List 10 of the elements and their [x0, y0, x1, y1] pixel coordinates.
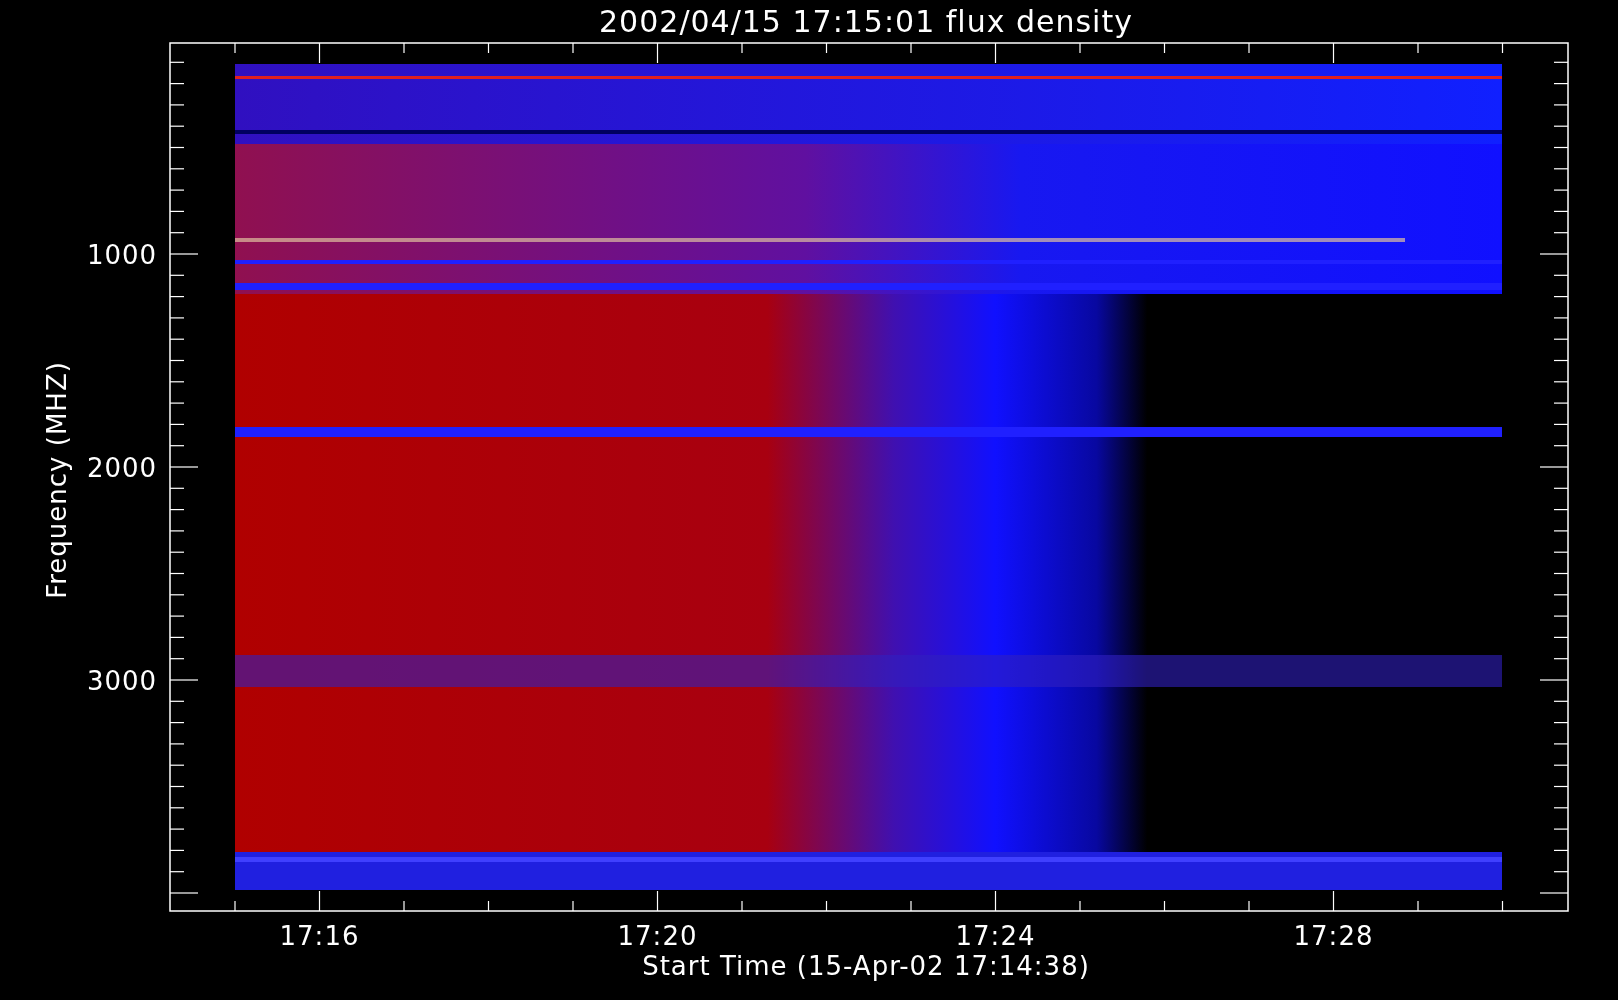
- y-tick-label: 2000: [86, 453, 158, 483]
- x-tick-label: 17:24: [955, 921, 1036, 951]
- x-tick-label: 17:16: [279, 921, 360, 951]
- x-tick-label: 17:20: [617, 921, 698, 951]
- x-axis-label: Start Time (15-Apr-02 17:14:38): [642, 951, 1090, 981]
- x-tick-label: 17:28: [1293, 921, 1374, 951]
- y-tick-label: 1000: [86, 240, 158, 270]
- y-axis-label: Frequency (MHZ): [42, 361, 72, 599]
- plot-title: 2002/04/15 17:15:01 flux density: [599, 4, 1133, 39]
- y-tick-label: 3000: [86, 666, 158, 696]
